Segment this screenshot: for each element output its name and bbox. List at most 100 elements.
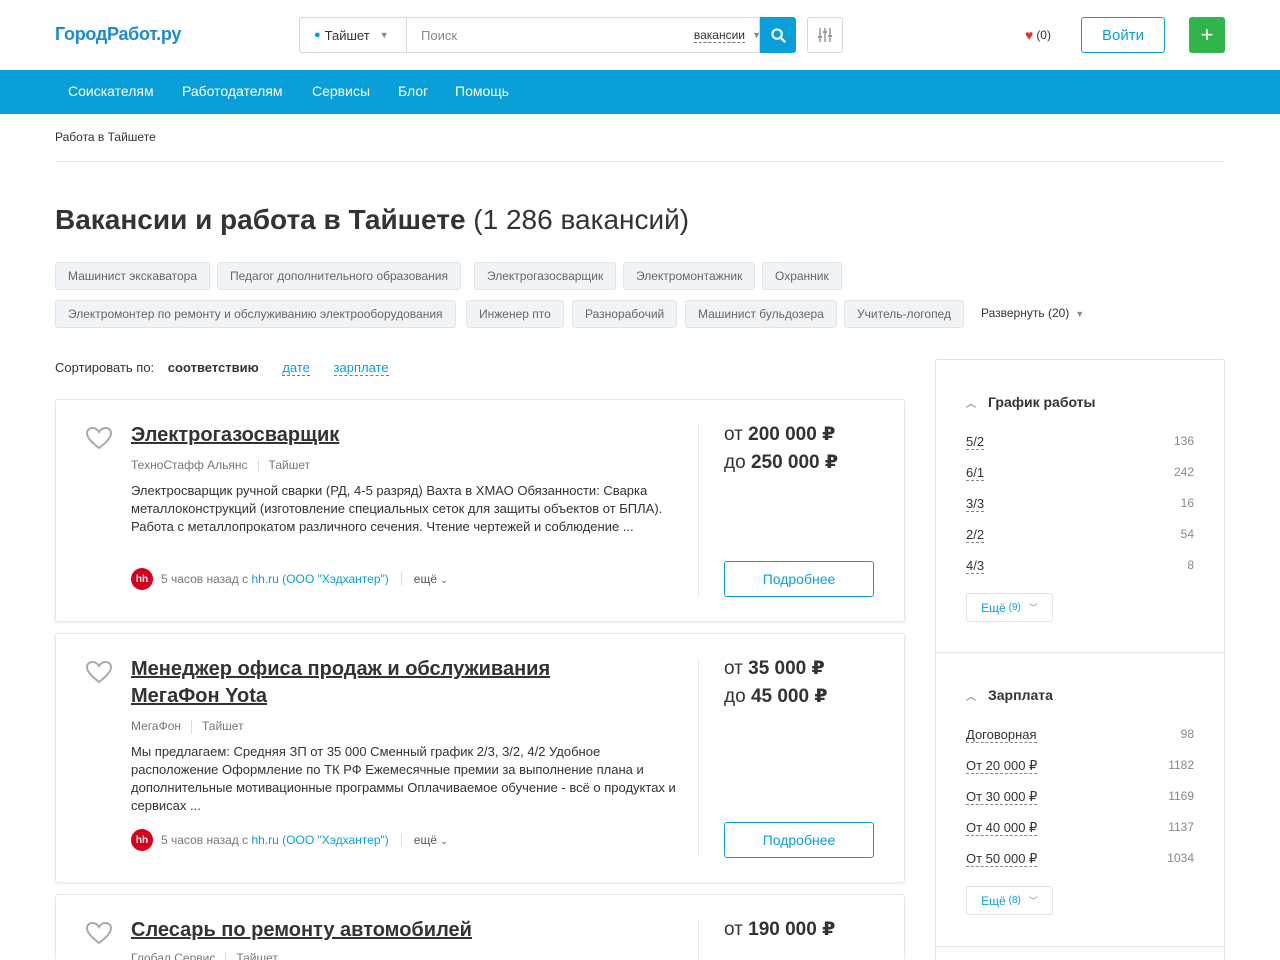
vacancy-more-label: ещё xyxy=(413,833,437,847)
nav-item-employers[interactable]: Работодателям xyxy=(182,83,283,99)
filter-option[interactable]: От 20 000 ₽ 1182 xyxy=(966,758,1194,774)
sort-by-salary[interactable]: зарплате xyxy=(333,360,389,376)
hh-logo-icon: hh xyxy=(131,568,153,590)
header: ГородРабот.ру ● Тайшет ▼ вакансии ▼ xyxy=(0,0,1280,70)
filter-option-label: 6/1 xyxy=(966,465,985,481)
chevron-down-icon: ﹀ xyxy=(1028,896,1038,906)
filter-more-label: Ещё xyxy=(981,893,1006,908)
filter-option-count: 1137 xyxy=(1168,820,1194,834)
tag-chip[interactable]: Педагог дополнительного образования xyxy=(217,262,461,290)
filter-section-title: График работы xyxy=(988,394,1096,410)
nav-item-help[interactable]: Помощь xyxy=(455,83,509,99)
nav-item-job-seekers[interactable]: Соискателям xyxy=(68,83,154,99)
nav-item-services[interactable]: Сервисы xyxy=(312,83,370,99)
filter-more-count: (9) xyxy=(1008,602,1021,613)
filter-section-schedule[interactable]: ︿ График работы xyxy=(966,394,1096,410)
filter-option[interactable]: 4/3 8 xyxy=(966,558,1194,574)
vacancy-source-link[interactable]: hh.ru (ООО "Хэдхантер") xyxy=(251,833,388,847)
filter-option[interactable]: 2/2 54 xyxy=(966,527,1194,543)
search-button[interactable] xyxy=(760,17,796,53)
sliders-icon xyxy=(818,28,832,42)
tag-chip[interactable]: Машинист бульдозера xyxy=(685,300,837,328)
search-scope-select[interactable]: вакансии ▼ xyxy=(693,28,761,43)
filter-option-count: 16 xyxy=(1180,496,1194,510)
expand-tags-button[interactable]: Развернуть (20) ▼ xyxy=(981,306,1084,320)
vacancy-more-menu[interactable]: ещё ⌄ xyxy=(414,572,448,586)
tag-chip[interactable]: Машинист экскаватора xyxy=(55,262,211,290)
chevron-down-icon: ﹀ xyxy=(1028,603,1038,613)
search-icon xyxy=(770,27,786,43)
vacancy-more-menu[interactable]: ещё ⌄ xyxy=(414,833,448,847)
filter-option[interactable]: 6/1 242 xyxy=(966,465,1194,481)
vacancy-source-link[interactable]: hh.ru (ООО "Хэдхантер") xyxy=(251,572,388,586)
search-input[interactable] xyxy=(407,18,667,52)
chevron-up-icon: ︿ xyxy=(966,398,976,410)
tag-chip[interactable]: Инженер пто xyxy=(466,300,564,328)
sort-bar: Сортировать по: соответствию дате зарпла… xyxy=(55,360,389,376)
vacancy-source-time: 5 часов назад с xyxy=(161,833,249,847)
filter-option-label: От 20 000 ₽ xyxy=(966,758,1038,774)
filter-section-title: Зарплата xyxy=(988,687,1053,703)
vacancy-title[interactable]: Слесарь по ремонту автомобилей xyxy=(131,917,611,944)
tag-chip[interactable]: Охранник xyxy=(762,262,842,290)
chevron-up-icon: ︿ xyxy=(966,691,976,703)
vacancy-company: Глобал Сервис xyxy=(131,951,216,960)
salary-to: до 45 000 ₽ xyxy=(724,685,828,708)
favorite-heart-icon[interactable] xyxy=(85,426,113,450)
divider xyxy=(936,946,1224,947)
filter-more-button[interactable]: Ещё (8) ﹀ xyxy=(966,886,1053,915)
currency-icon: ₽ xyxy=(811,658,825,679)
filter-section-salary[interactable]: ︿ Зарплата xyxy=(966,687,1053,703)
salary-from-prefix: от xyxy=(724,919,743,940)
vacancy-description: Электросварщик ручной сварки (РД, 4-5 ра… xyxy=(131,483,663,534)
login-button[interactable]: Войти xyxy=(1081,17,1165,53)
filter-option-label: От 50 000 ₽ xyxy=(966,851,1038,867)
vacancy-card: Менеджер офиса продаж и обслуживания Мег… xyxy=(55,633,905,883)
favorite-heart-icon[interactable] xyxy=(85,921,113,945)
tag-chip[interactable]: Электрогазосварщик xyxy=(474,262,617,290)
city-select[interactable]: ● Тайшет ▼ xyxy=(299,17,406,53)
details-button[interactable]: Подробнее xyxy=(724,822,874,858)
breadcrumb[interactable]: Работа в Тайшете xyxy=(55,130,156,144)
filters-button[interactable] xyxy=(807,17,843,53)
plus-icon: + xyxy=(1200,22,1214,47)
tag-chip[interactable]: Учитель-логопед xyxy=(844,300,964,328)
favorite-heart-icon[interactable] xyxy=(85,660,113,684)
sort-by-date[interactable]: дате xyxy=(282,360,310,376)
chevron-down-icon: ▼ xyxy=(1075,309,1085,319)
divider xyxy=(698,920,699,960)
tag-chip[interactable]: Электромонтер по ремонту и обслуживанию … xyxy=(55,300,456,328)
filter-option[interactable]: От 40 000 ₽ 1137 xyxy=(966,820,1194,836)
expand-tags-label: Развернуть (20) xyxy=(981,306,1070,320)
search-scope-label: вакансии xyxy=(693,28,745,42)
filter-option[interactable]: 3/3 16 xyxy=(966,496,1194,512)
filter-option[interactable]: 5/2 136 xyxy=(966,434,1194,450)
vacancy-title[interactable]: Электрогазосварщик xyxy=(131,422,611,449)
salary-from-prefix: от xyxy=(724,424,743,445)
filter-option-label: 2/2 xyxy=(966,527,985,543)
vacancy-title[interactable]: Менеджер офиса продаж и обслуживания Мег… xyxy=(131,656,611,710)
site-logo[interactable]: ГородРабот.ру xyxy=(55,24,181,45)
chevron-down-icon: ▼ xyxy=(379,30,389,40)
currency-icon: ₽ xyxy=(822,424,836,445)
salary-from: от 190 000 ₽ xyxy=(724,918,835,941)
filter-more-button[interactable]: Ещё (9) ﹀ xyxy=(966,593,1053,622)
vacancy-city: Тайшет xyxy=(268,458,311,472)
tag-chip[interactable]: Электромонтажник xyxy=(623,262,756,290)
salary-from: от 200 000 ₽ xyxy=(724,423,835,446)
divider xyxy=(698,659,699,857)
nav-item-blog[interactable]: Блог xyxy=(398,83,428,99)
filter-option[interactable]: От 50 000 ₽ 1034 xyxy=(966,851,1194,867)
details-button[interactable]: Подробнее xyxy=(724,561,874,597)
vacancy-city: Тайшет xyxy=(202,719,244,733)
vacancy-description: Мы предлагаем: Средняя ЗП от 35 000 Смен… xyxy=(131,744,676,813)
filter-option-count: 1169 xyxy=(1168,789,1194,803)
filter-option[interactable]: Договорная 98 xyxy=(966,727,1194,743)
filter-option[interactable]: От 30 000 ₽ 1169 xyxy=(966,789,1194,805)
add-button[interactable]: + xyxy=(1189,17,1225,53)
filter-option-label: 5/2 xyxy=(966,434,985,450)
filter-option-count: 1034 xyxy=(1167,851,1194,865)
vacancy-card: Слесарь по ремонту автомобилей Глобал Се… xyxy=(55,894,905,960)
tag-chip[interactable]: Разнорабочий xyxy=(572,300,678,328)
favorites-link[interactable]: ♥ (0) xyxy=(1025,27,1051,43)
